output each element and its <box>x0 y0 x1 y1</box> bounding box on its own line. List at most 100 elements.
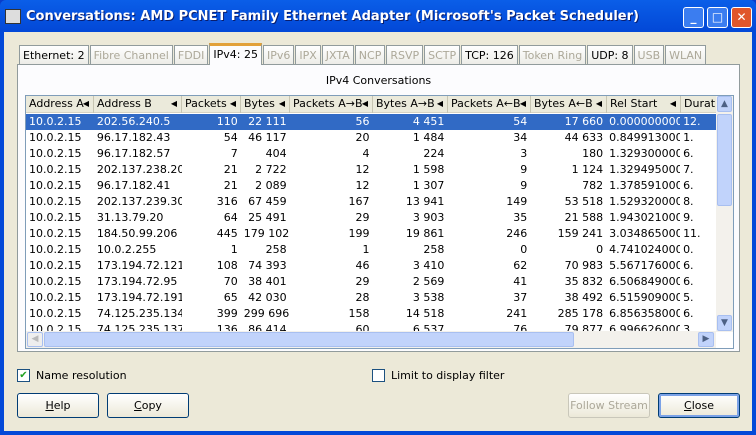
table-row[interactable]: 10.0.2.15 74.125.235.134 399 299 696 158 14 5… <box>26 306 721 322</box>
table-cell: 1.378591000 <box>609 179 681 192</box>
tab-fibre-channel[interactable]: Fibre Channel <box>89 45 173 65</box>
table-row[interactable]: 10.0.2.15 173.194.72.95 70 38 401 29 2 569 41 3… <box>26 274 721 290</box>
scroll-left-icon[interactable]: ◀ <box>27 332 43 347</box>
horizontal-scroll-thumb[interactable] <box>44 332 574 347</box>
copy-button[interactable]: Copy <box>107 393 189 418</box>
table-cell: 41 <box>513 275 528 288</box>
column-header-label: Rel Start <box>610 97 658 110</box>
table-cell: 54 <box>513 115 528 128</box>
tab-wlan[interactable]: WLAN <box>665 45 707 65</box>
table-cell: 12 <box>355 179 370 192</box>
scroll-right-icon[interactable]: ▶ <box>698 332 714 347</box>
checkbox-checked-icon[interactable]: ✔ <box>17 369 30 382</box>
table-row[interactable]: 10.0.2.15 173.194.72.121 108 74 393 46 3 410 6… <box>26 258 721 274</box>
tab-jxta[interactable]: JXTA <box>321 45 354 65</box>
column-header-label: Packets <box>185 97 227 110</box>
table-row[interactable]: 10.0.2.15 173.194.72.191 65 42 030 28 3 538 37… <box>26 290 721 306</box>
panel-title: IPv4 Conversations <box>325 74 432 87</box>
column-header[interactable]: Packets A←B ◀ <box>448 96 531 113</box>
table-cell: 1 598 <box>412 163 445 176</box>
sort-arrow-icon: ◀ <box>278 99 285 108</box>
dialog-body: Ethernet: 2 Fibre Channel FDDI IPv4: 25 IPv6… <box>4 32 752 431</box>
scroll-up-icon[interactable]: ▲ <box>717 96 732 112</box>
table-cell: 10.0.2.15 <box>29 227 82 240</box>
column-header[interactable]: Address B ◀ <box>94 96 182 113</box>
table-cell: 28 <box>355 291 370 304</box>
table-cell: 0.000000000 <box>609 115 681 128</box>
table-cell: 29 <box>355 211 370 224</box>
minimize-button[interactable]: _ <box>683 7 704 28</box>
table-row[interactable]: 10.0.2.15 96.17.182.43 54 46 117 20 1 484 34 44… <box>26 130 721 146</box>
table-cell: 202.56.240.5 <box>96 115 171 128</box>
table-cell: 1 124 <box>571 163 604 176</box>
tab-udp[interactable]: UDP: 8 <box>587 45 633 65</box>
checkbox-unchecked-icon[interactable] <box>372 369 385 382</box>
table-cell: 2 722 <box>255 163 287 176</box>
close-window-button[interactable]: ✕ <box>731 7 752 28</box>
tab-sctp[interactable]: SCTP <box>424 45 461 65</box>
table-cell: 6. <box>683 147 694 160</box>
column-header[interactable]: Address A ◀ <box>26 96 94 113</box>
tab-ipv4[interactable]: IPv4: 25 <box>209 43 262 65</box>
limit-display-filter-checkbox[interactable]: Limit to display filter <box>372 369 504 382</box>
table-row[interactable]: 10.0.2.15 31.13.79.20 64 25 491 29 3 903 35 21 … <box>26 210 721 226</box>
title-bar[interactable]: Conversations: AMD PCNET Family Ethernet… <box>0 0 756 32</box>
vertical-scrollbar[interactable]: ▲ ▼ <box>716 96 733 332</box>
table-cell: 3 903 <box>412 211 445 224</box>
table-cell: 96.17.182.41 <box>96 179 171 192</box>
name-resolution-checkbox[interactable]: ✔ Name resolution <box>17 369 127 382</box>
sort-arrow-icon: ◀ <box>170 99 177 108</box>
table-cell: 2 089 <box>255 179 287 192</box>
table-cell: 22 111 <box>248 115 287 128</box>
vertical-scroll-thumb[interactable] <box>717 114 732 206</box>
table-row[interactable]: 10.0.2.15 202.137.238.20 21 2 722 12 1 598 9 1 … <box>26 162 721 178</box>
tab-fddi[interactable]: FDDI <box>173 45 209 65</box>
column-header[interactable]: Bytes ◀ <box>241 96 290 113</box>
column-header[interactable]: Packets A→B ◀ <box>290 96 373 113</box>
table-cell: 13 941 <box>405 195 445 208</box>
column-header[interactable]: Rel Start ◀ <box>607 96 681 113</box>
table-row[interactable]: 10.0.2.15 96.17.182.57 7 404 4 224 3 180 1.32930… <box>26 146 721 162</box>
table-row[interactable]: 10.0.2.15 10.0.2.255 1 258 1 258 0 0 4.741024000… <box>26 242 721 258</box>
table-cell: 53 518 <box>564 195 604 208</box>
tab-ipv6[interactable]: IPv6 <box>262 45 295 65</box>
copy-label: Copy <box>134 399 162 412</box>
tab-rsvp[interactable]: RSVP <box>386 45 424 65</box>
table-cell: 37 <box>513 291 528 304</box>
column-header[interactable]: Packets ◀ <box>182 96 241 113</box>
table-cell: 70 983 <box>564 259 604 272</box>
follow-stream-button[interactable]: Follow Stream <box>568 393 650 418</box>
column-header-label: Address B <box>97 97 152 110</box>
tab-ncp[interactable]: NCP <box>354 45 386 65</box>
table-cell: 179 102 <box>243 227 290 240</box>
column-header[interactable]: Bytes A→B ◀ <box>373 96 448 113</box>
tab-ipx[interactable]: IPX <box>295 45 321 65</box>
tab-usb[interactable]: USB <box>633 45 665 65</box>
horizontal-scrollbar[interactable]: ◀ ▶ <box>26 331 716 348</box>
table-row[interactable]: 10.0.2.15 202.137.239.30 316 67 459 167 13 94… <box>26 194 721 210</box>
table-cell: 1.329300000 <box>609 147 681 160</box>
tab-token-ring[interactable]: Token Ring <box>518 45 587 65</box>
table-cell: 6.515909000 <box>609 291 681 304</box>
table-cell: 10.0.2.15 <box>29 163 82 176</box>
table-row[interactable]: 10.0.2.15 96.17.182.41 21 2 089 12 1 307 9 782 1… <box>26 178 721 194</box>
table-cell: 14 518 <box>405 307 445 320</box>
scroll-down-icon[interactable]: ▼ <box>717 315 732 331</box>
table-cell: 285 178 <box>557 307 604 320</box>
table-row[interactable]: 10.0.2.15 184.50.99.206 445 179 102 199 19 86… <box>26 226 721 242</box>
table-cell: 96.17.182.57 <box>96 147 171 160</box>
tab-tcp[interactable]: TCP: 126 <box>461 45 518 65</box>
column-header-label: Bytes A→B <box>376 97 435 110</box>
table-cell: 7 <box>230 147 238 160</box>
close-button[interactable]: Close <box>658 393 740 418</box>
tab-ethernet[interactable]: Ethernet: 2 <box>19 45 89 65</box>
help-button[interactable]: Help <box>17 393 99 418</box>
table-cell: 5.567176000 <box>609 259 681 272</box>
table-cell: 8. <box>683 195 694 208</box>
column-header[interactable]: Bytes A←B ◀ <box>531 96 607 113</box>
table-cell: 10.0.2.255 <box>96 243 157 256</box>
table-cell: 54 <box>223 131 238 144</box>
table-row[interactable]: 10.0.2.15 202.56.240.5 110 22 111 56 4 451 54 1… <box>26 114 721 130</box>
table-cell: 9 <box>520 163 528 176</box>
maximize-button[interactable]: □ <box>707 7 728 28</box>
